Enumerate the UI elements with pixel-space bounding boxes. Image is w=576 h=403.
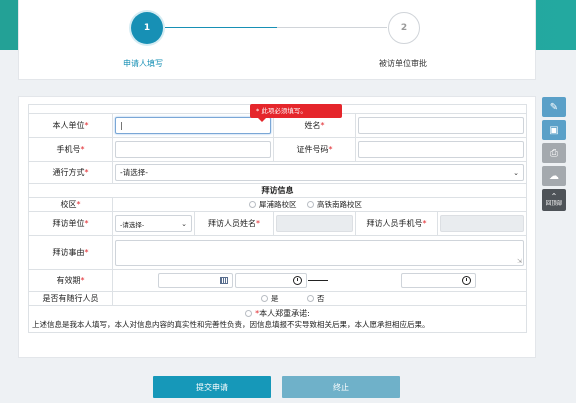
id-number-input[interactable] [358, 141, 525, 158]
application-form: 本人单位* 姓名* 手机号* 证件号码* 通行方式* -请选择- ⌄ 拜访信息 … [18, 96, 536, 358]
promise-text: 上述信息是我本人填写，本人对信息内容的真实性和完善性负责，因信息填报不实导致相关… [32, 320, 430, 329]
step-2-circle: 2 [388, 12, 420, 44]
step-1-circle: 1 [131, 12, 163, 44]
transport-select[interactable]: -请选择- ⌄ [115, 164, 525, 181]
id-number-label: 证件号码* [273, 137, 356, 162]
unit-label: 本人单位* [28, 113, 113, 138]
radio-icon [249, 201, 256, 208]
chevron-down-icon: ⌄ [181, 219, 187, 228]
unit-input[interactable] [115, 117, 271, 134]
resize-handle-icon: ⇲ [517, 257, 523, 265]
start-date-input[interactable] [158, 273, 233, 288]
print-icon[interactable]: ⎙ [542, 143, 566, 163]
step-line-done [165, 27, 277, 28]
submit-button[interactable]: 提交申请 [153, 376, 271, 398]
chevron-down-icon: ⌄ [513, 168, 520, 177]
promise-header: *本人郑重承诺: [32, 308, 523, 319]
end-time-input[interactable] [401, 273, 476, 288]
phone-input[interactable] [115, 141, 271, 158]
campus-option-xipu[interactable]: 犀浦路校区 [249, 199, 297, 210]
companion-yes[interactable]: 是 [261, 293, 279, 304]
clock-icon [293, 276, 302, 285]
companion-no[interactable]: 否 [307, 293, 325, 304]
visit-unit-label: 拜访单位* [28, 211, 113, 236]
campus-option-gaotie[interactable]: 高铁南路校区 [307, 199, 362, 210]
calendar-icon [220, 277, 228, 284]
chevron-up-icon: ⌃ [550, 191, 558, 201]
form-table: 本人单位* 姓名* 手机号* 证件号码* 通行方式* -请选择- ⌄ 拜访信息 … [27, 104, 528, 333]
transport-label: 通行方式* [28, 161, 113, 184]
visit-section-title: 拜访信息 [27, 183, 528, 198]
visitee-phone-input[interactable] [440, 215, 525, 232]
save-icon[interactable]: ▣ [542, 120, 566, 140]
stop-button[interactable]: 终止 [282, 376, 400, 398]
step-line-pending [277, 27, 387, 28]
visitee-name-input[interactable] [276, 215, 353, 232]
range-separator [308, 280, 328, 281]
back-to-top-button[interactable]: ⌃ 回顶部 [542, 189, 566, 211]
step-1-label: 申请人填写 [123, 59, 163, 68]
companion-label: 是否有随行人员 [28, 291, 113, 306]
validity-label: 有效期* [28, 269, 113, 292]
radio-icon [307, 201, 315, 208]
side-toolbar: ✎ ▣ ⎙ ☁ ⌃ 回顶部 [542, 97, 566, 214]
cloud-icon[interactable]: ☁ [542, 166, 566, 186]
edit-icon[interactable]: ✎ [542, 97, 566, 117]
reason-label: 拜访事由* [28, 235, 113, 270]
phone-label: 手机号* [28, 137, 113, 162]
visitee-phone-label: 拜访人员手机号* [355, 211, 438, 236]
campus-label: 校区* [28, 197, 113, 212]
required-tooltip: * 此项必须填写。 [250, 104, 342, 122]
reason-textarea[interactable]: ⇲ [115, 239, 525, 266]
progress-steps: 1 2 申请人填写 被访单位审批 [18, 0, 536, 80]
visit-unit-select[interactable]: -请选择- ⌄ [115, 215, 192, 232]
clock-icon [462, 276, 471, 285]
radio-icon [261, 295, 268, 302]
name-input[interactable] [358, 117, 525, 134]
step-2-label: 被访单位审批 [379, 59, 427, 68]
start-time-input[interactable] [235, 273, 307, 288]
radio-icon [307, 295, 315, 302]
visitee-name-label: 拜访人员姓名* [194, 211, 274, 236]
promise-checkbox[interactable] [245, 310, 253, 317]
